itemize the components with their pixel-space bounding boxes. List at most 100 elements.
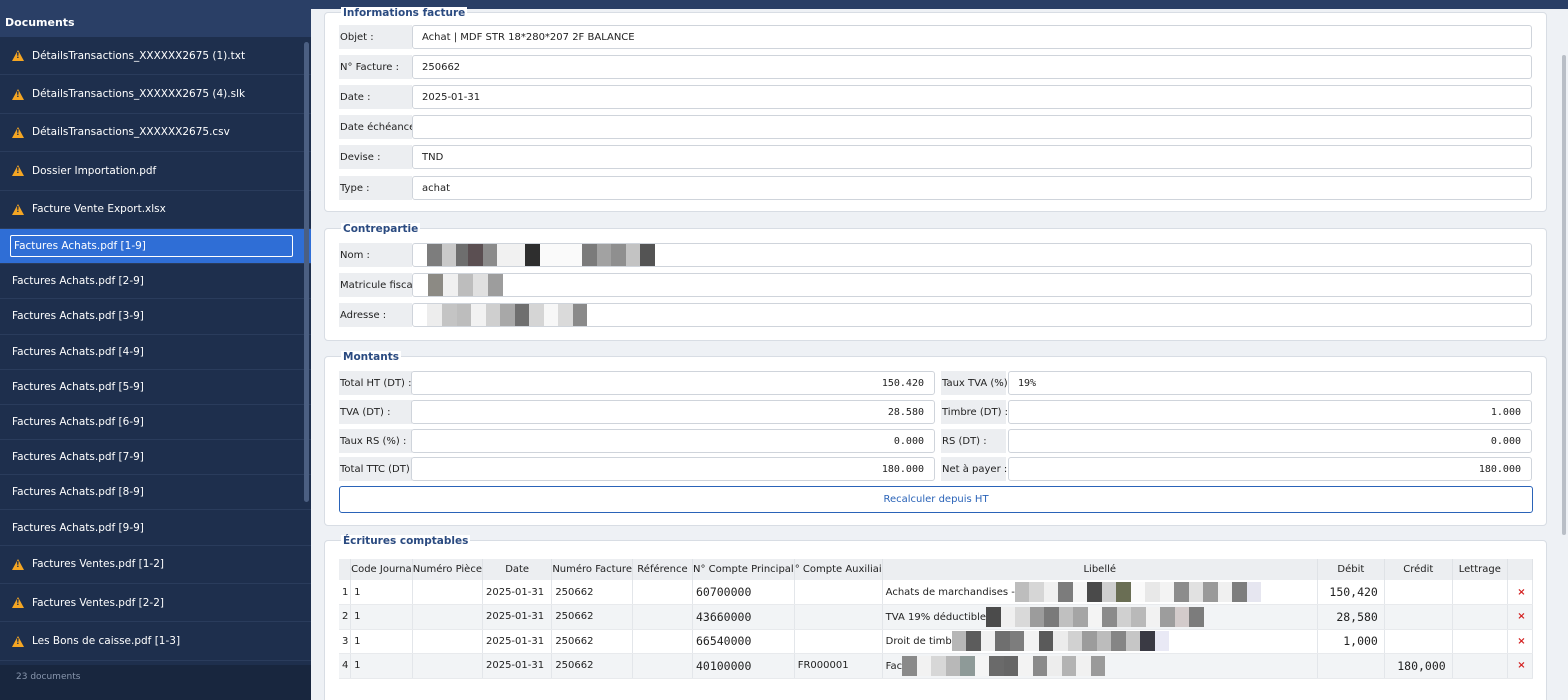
main-scrollbar[interactable] (1562, 55, 1566, 535)
delete-row-icon[interactable]: × (1507, 653, 1534, 679)
delete-row-icon[interactable]: × (1507, 580, 1534, 605)
net-to-pay-field[interactable]: 180.000 (1008, 457, 1532, 481)
document-item[interactable]: DétailsTransactions_XXXXXX2675.csv (0, 114, 311, 153)
cell-facture[interactable]: 250662 (551, 653, 633, 679)
cell-lettrage[interactable] (1452, 629, 1508, 654)
cell-date[interactable]: 2025-01-31 (482, 580, 553, 605)
cell-piece[interactable] (412, 653, 483, 679)
cell-libelle[interactable]: Droit de timb (882, 629, 1318, 654)
cell-credit[interactable] (1384, 629, 1453, 654)
objet-field[interactable]: Achat | MDF STR 18*280*207 2F BALANCE (412, 25, 1532, 49)
cell-ref[interactable] (632, 604, 693, 630)
cell-n[interactable]: 3 (339, 629, 352, 654)
sidebar-scrollbar[interactable] (304, 42, 309, 502)
cell-journal[interactable]: 1 (350, 653, 413, 679)
cell-libelle[interactable]: TVA 19% déductible (882, 604, 1318, 630)
cell-date[interactable]: 2025-01-31 (482, 629, 553, 654)
document-item[interactable]: Factures Ventes.pdf [2-2] (0, 584, 311, 623)
document-item[interactable]: Factures Achats.pdf [5-9] (0, 370, 311, 405)
document-item[interactable]: Factures Achats.pdf [9-9] (0, 510, 311, 546)
column-header[interactable]: Code Journa (350, 559, 413, 580)
name-field[interactable] (412, 243, 1532, 267)
column-header[interactable]: Lettrage (1452, 559, 1508, 580)
cell-facture[interactable]: 250662 (551, 604, 633, 630)
cell-facture[interactable]: 250662 (551, 629, 633, 654)
column-header[interactable]: Numéro Pièce (412, 559, 483, 580)
column-header[interactable]: Débit (1317, 559, 1385, 580)
document-item[interactable]: Factures Achats.pdf [8-9] (0, 475, 311, 511)
document-item[interactable]: Factures Achats.pdf [7-9] (0, 440, 311, 476)
cell-aux[interactable]: FR000001 (794, 653, 883, 679)
tax-id-field[interactable] (412, 273, 1532, 297)
rs-amount-field[interactable]: 0.000 (1008, 429, 1532, 453)
cell-libelle[interactable]: Fac (882, 653, 1318, 679)
table-row[interactable]: 3 1 2025-01-31 250662 66540000 Droit de timb 1… (339, 629, 1534, 654)
cell-libelle[interactable]: Achats de marchandises - (882, 580, 1318, 605)
cell-lettrage[interactable] (1452, 653, 1508, 679)
cell-aux[interactable] (794, 580, 883, 605)
date-field[interactable]: 2025-01-31 (412, 85, 1532, 109)
cell-n[interactable]: 1 (339, 580, 352, 605)
cell-journal[interactable]: 1 (350, 580, 413, 605)
total-ttc-field[interactable]: 180.000 (411, 457, 935, 481)
delete-row-icon[interactable]: × (1507, 629, 1534, 654)
address-field[interactable] (412, 303, 1532, 327)
cell-n[interactable]: 4 (339, 653, 352, 679)
document-item[interactable]: Factures Ventes.pdf [1-2] (0, 546, 311, 585)
column-header[interactable]: Crédit (1384, 559, 1453, 580)
column-header[interactable] (339, 559, 352, 580)
table-row[interactable]: 2 1 2025-01-31 250662 43660000 TVA 19% déduct… (339, 604, 1534, 630)
column-header[interactable]: ° Compte Auxiliai (794, 559, 883, 580)
cell-ref[interactable] (632, 580, 693, 605)
cell-compte[interactable]: 66540000 (692, 629, 795, 654)
cell-debit[interactable]: 150,420 (1317, 580, 1385, 605)
delete-row-icon[interactable]: × (1507, 604, 1534, 630)
cell-compte[interactable]: 60700000 (692, 580, 795, 605)
invoice-number-field[interactable]: 250662 (412, 55, 1532, 79)
stamp-field[interactable]: 1.000 (1008, 400, 1532, 424)
cell-compte[interactable]: 43660000 (692, 604, 795, 630)
vat-amount-field[interactable]: 28.580 (411, 400, 935, 424)
cell-journal[interactable]: 1 (350, 629, 413, 654)
cell-compte[interactable]: 40100000 (692, 653, 795, 679)
cell-n[interactable]: 2 (339, 604, 352, 630)
column-header[interactable]: Libellé (882, 559, 1318, 580)
document-item[interactable]: Factures Achats.pdf [6-9] (0, 405, 311, 441)
cell-date[interactable]: 2025-01-31 (482, 653, 553, 679)
cell-piece[interactable] (412, 629, 483, 654)
column-header[interactable]: Date (482, 559, 553, 580)
cell-ref[interactable] (632, 629, 693, 654)
recalculate-button[interactable]: Recalculer depuis HT (339, 486, 1533, 513)
vat-rate-field[interactable]: 19% (1008, 371, 1532, 395)
table-row[interactable]: 1 1 2025-01-31 250662 60700000 Achats de marc… (339, 580, 1534, 605)
cell-date[interactable]: 2025-01-31 (482, 604, 553, 630)
cell-debit[interactable]: 28,580 (1317, 604, 1385, 630)
currency-field[interactable]: TND (412, 145, 1532, 169)
cell-credit[interactable] (1384, 604, 1453, 630)
document-item[interactable]: DétailsTransactions_XXXXXX2675 (4).slk (0, 75, 311, 114)
cell-journal[interactable]: 1 (350, 604, 413, 630)
document-item[interactable]: Factures Achats.pdf [3-9] (0, 299, 311, 335)
document-item[interactable]: Factures Achats.pdf [4-9] (0, 335, 311, 370)
document-item[interactable]: Les Bons de caisse.pdf [1-3] (0, 622, 311, 661)
cell-debit[interactable] (1317, 653, 1385, 679)
cell-facture[interactable]: 250662 (551, 580, 633, 605)
cell-lettrage[interactable] (1452, 604, 1508, 630)
cell-credit[interactable] (1384, 580, 1453, 605)
table-row[interactable]: 4 1 2025-01-31 250662 40100000 FR000001 Fac 180… (339, 653, 1534, 679)
document-item[interactable]: Facture Vente Export.xlsx (0, 191, 311, 229)
due-date-field[interactable] (412, 115, 1532, 139)
document-item[interactable]: Dossier Importation.pdf (0, 152, 311, 191)
cell-ref[interactable] (632, 653, 693, 679)
total-ht-field[interactable]: 150.420 (411, 371, 935, 395)
column-header[interactable]: Numéro Facture (551, 559, 633, 580)
type-field[interactable]: achat (412, 176, 1532, 200)
cell-piece[interactable] (412, 604, 483, 630)
cell-aux[interactable] (794, 629, 883, 654)
document-item[interactable]: Factures Achats.pdf [2-9] (0, 264, 311, 300)
cell-debit[interactable]: 1,000 (1317, 629, 1385, 654)
cell-credit[interactable]: 180,000 (1384, 653, 1453, 679)
column-header[interactable]: N° Compte Principal (692, 559, 795, 580)
column-header[interactable] (1507, 559, 1534, 580)
cell-aux[interactable] (794, 604, 883, 630)
